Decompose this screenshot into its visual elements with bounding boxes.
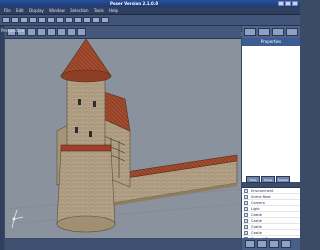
main-toolbar [0, 15, 300, 37]
toolbar-button-7[interactable] [56, 17, 64, 23]
minimize-button[interactable] [278, 1, 284, 6]
menu-bar: File Edit Display Window Selection Tools… [0, 7, 300, 15]
viewport-tool-5[interactable] [47, 28, 56, 36]
toolbar-button-6[interactable] [47, 17, 55, 23]
viewport-tool-7[interactable] [67, 28, 76, 36]
maximize-button[interactable] [285, 1, 291, 6]
close-button[interactable] [292, 1, 298, 6]
panel-toolbar [242, 26, 300, 38]
scene-svg [5, 39, 241, 233]
panel-tool-1[interactable] [244, 28, 256, 36]
hide-button[interactable]: Hide [246, 176, 260, 183]
toolbar-button-12[interactable] [101, 17, 109, 23]
menu-display[interactable]: Display [29, 8, 44, 13]
toolbar-button-8[interactable] [65, 17, 73, 23]
checkbox[interactable] [244, 201, 248, 205]
viewport-tool-8[interactable] [77, 28, 86, 36]
viewport-tool-4[interactable] [37, 28, 46, 36]
toolbar-button-1[interactable] [2, 17, 10, 23]
3d-viewport[interactable] [5, 39, 241, 238]
menu-tools[interactable]: Tools [94, 8, 104, 13]
left-strip [0, 26, 4, 250]
axis-gizmo [11, 209, 24, 229]
right-panel: Properties Hide Show Delete Environment … [242, 26, 300, 250]
toolbar-button-11[interactable] [92, 17, 100, 23]
show-button[interactable]: Show [261, 176, 275, 183]
menu-edit[interactable]: Edit [16, 8, 24, 13]
viewport-toolbar [5, 26, 241, 39]
window-controls [278, 1, 298, 6]
toolbar-button-4[interactable] [29, 17, 37, 23]
bottom-tool-1[interactable] [245, 240, 255, 248]
menu-window[interactable]: Window [49, 8, 65, 13]
bottom-tool-4[interactable] [281, 240, 291, 248]
toolbar-button-3[interactable] [20, 17, 28, 23]
toolbar-button-2[interactable] [11, 17, 19, 23]
panel-buttons: Hide Show Delete [242, 176, 304, 186]
window-title: Poser Version 2.1.0.0 [110, 1, 159, 6]
checkbox[interactable] [244, 213, 248, 217]
menu-selection[interactable]: Selection [70, 8, 88, 13]
bottom-tool-3[interactable] [269, 240, 279, 248]
checkbox[interactable] [244, 207, 248, 211]
viewport-tool-6[interactable] [57, 28, 66, 36]
menu-help[interactable]: Help [109, 8, 118, 13]
panel-tool-3[interactable] [272, 28, 284, 36]
checkbox[interactable] [244, 219, 248, 223]
checkbox[interactable] [244, 225, 248, 229]
checkbox[interactable] [244, 231, 248, 235]
checkbox[interactable] [244, 195, 248, 199]
toolbar-button-9[interactable] [74, 17, 82, 23]
viewport-status [5, 239, 241, 250]
checkbox[interactable] [244, 189, 248, 193]
app-window: Poser Version 2.1.0.0 File Edit Display … [0, 0, 300, 250]
menu-file[interactable]: File [4, 8, 11, 13]
toolbar-button-10[interactable] [83, 17, 91, 23]
properties-area [242, 46, 300, 182]
panel-header: Properties [242, 38, 300, 46]
panel-tool-4[interactable] [286, 28, 298, 36]
panel-tool-2[interactable] [258, 28, 270, 36]
title-bar: Poser Version 2.1.0.0 [0, 0, 300, 7]
bottom-tool-2[interactable] [257, 240, 267, 248]
toolbar-button-5[interactable] [38, 17, 46, 23]
panel-bottom-toolbar [242, 238, 300, 250]
viewport-label: Perspective [1, 28, 25, 33]
delete-button[interactable]: Delete [276, 176, 290, 183]
